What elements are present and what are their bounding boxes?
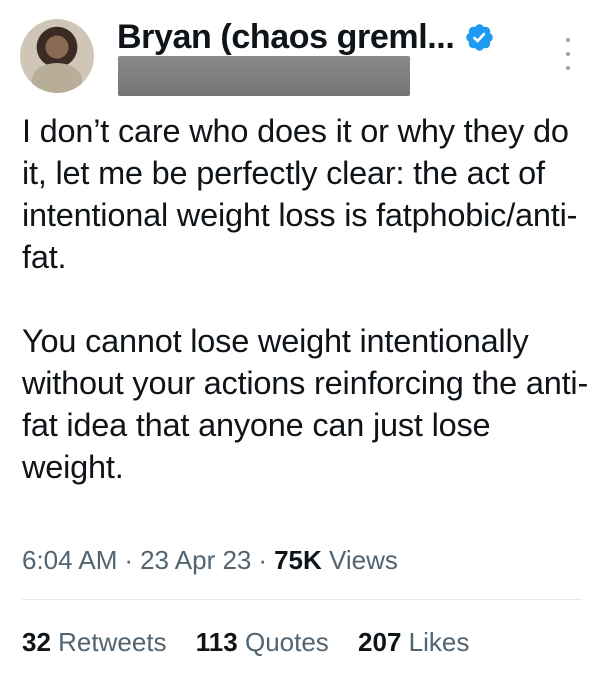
tweet-paragraph: I don’t care who does it or why they do …	[22, 113, 578, 275]
author-name-row: Bryan (chaos greml...	[117, 17, 495, 57]
author-display-name[interactable]: Bryan (chaos greml...	[117, 18, 455, 57]
views-label: Views	[329, 545, 398, 575]
quotes-label: Quotes	[244, 627, 329, 657]
likes-count: 207	[358, 627, 402, 657]
divider	[22, 599, 582, 600]
tweet-paragraph: You cannot lose weight intentionally wit…	[22, 323, 589, 485]
engagement-stats: 32 Retweets 113 Quotes 207 Likes	[22, 622, 491, 662]
views-count: 75K	[274, 545, 322, 575]
retweets-label: Retweets	[58, 627, 167, 657]
tweet-card: Bryan (chaos greml... I don’t care who d…	[0, 0, 605, 680]
tweet-text: I don’t care who does it or why they do …	[22, 110, 597, 488]
likes-label: Likes	[408, 627, 470, 657]
redacted-handle	[118, 56, 410, 96]
metadata-separator: ·	[124, 545, 134, 575]
author-avatar[interactable]	[20, 19, 94, 93]
tweet-date[interactable]: 23 Apr 23	[140, 545, 251, 575]
retweets-count: 32	[22, 627, 51, 657]
more-options-icon[interactable]	[564, 38, 572, 70]
likes-stat[interactable]: 207 Likes	[358, 627, 469, 657]
metadata-separator: ·	[258, 545, 268, 575]
tweet-time[interactable]: 6:04 AM	[22, 545, 117, 575]
quotes-count: 113	[195, 627, 238, 657]
quotes-stat[interactable]: 113 Quotes	[196, 627, 329, 657]
retweets-stat[interactable]: 32 Retweets	[22, 627, 167, 657]
verified-badge-icon	[464, 22, 495, 53]
tweet-metadata: 6:04 AM · 23 Apr 23 · 75K Views	[22, 540, 398, 580]
